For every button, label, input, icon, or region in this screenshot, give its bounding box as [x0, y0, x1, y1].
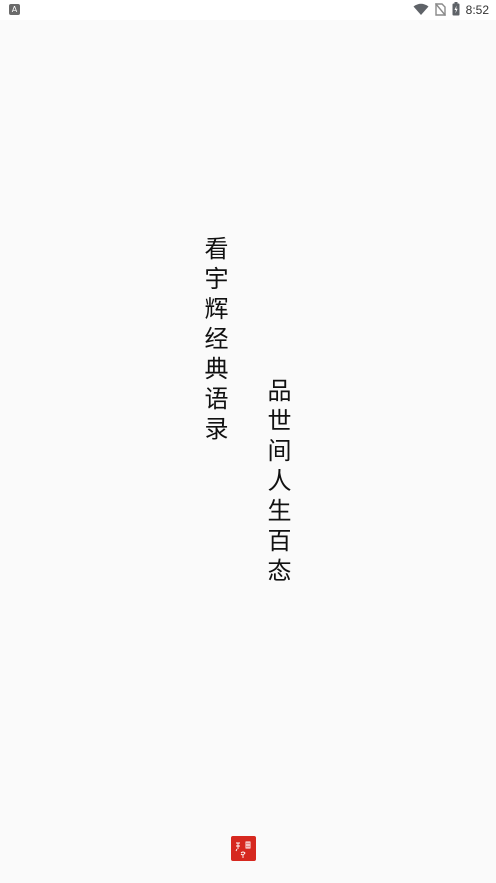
status-icons: 8:52 [413, 1, 489, 20]
red-seal-logo [231, 836, 256, 861]
wifi-icon [413, 1, 429, 20]
no-sim-icon [434, 1, 446, 20]
status-bar: A 8:52 [0, 0, 496, 20]
battery-charging-icon [452, 1, 460, 20]
slogan-line-2: 品世间人生百态 [263, 378, 291, 588]
keyboard-indicator-icon: A [9, 4, 20, 15]
status-time: 8:52 [465, 3, 489, 17]
slogan-line-1: 看宇辉经典语录 [200, 236, 228, 446]
